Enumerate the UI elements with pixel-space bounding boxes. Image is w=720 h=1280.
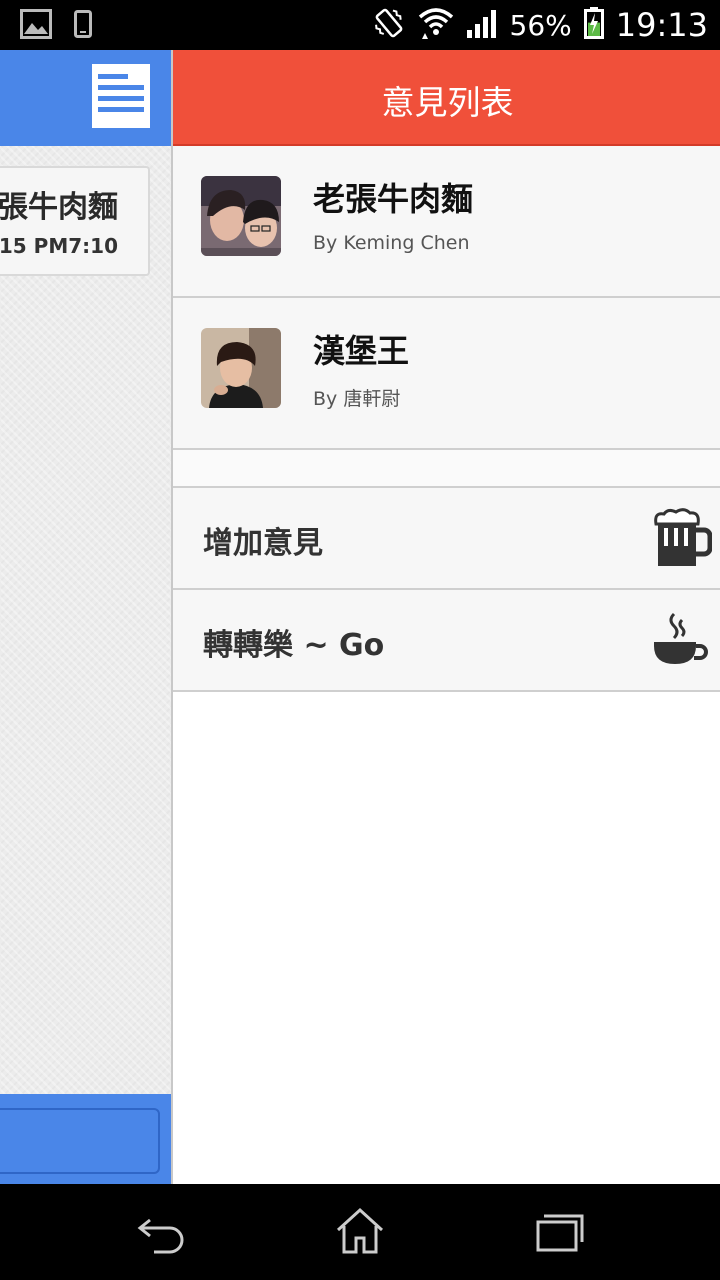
home-icon[interactable] bbox=[330, 1206, 390, 1258]
opinion-list-item[interactable]: 老張牛肉麵 By Keming Chen bbox=[173, 146, 720, 298]
opinion-card-title: 張牛肉麵 bbox=[0, 190, 118, 225]
opinion-title: 老張牛肉麵 bbox=[313, 180, 474, 218]
recents-icon[interactable] bbox=[530, 1206, 590, 1258]
drawer-header: 意見列表 bbox=[173, 50, 720, 146]
drawer-title: 意見列表 bbox=[381, 83, 514, 122]
opinion-author: By 唐軒尉 bbox=[313, 388, 401, 410]
battery-icon bbox=[583, 7, 604, 43]
add-opinion-button[interactable]: 增加意見 bbox=[173, 488, 720, 590]
beer-mug-icon bbox=[650, 508, 713, 570]
spin-go-button[interactable]: 轉轉樂 ~ Go bbox=[173, 590, 720, 692]
status-bar: 56% 19:13 bbox=[0, 0, 720, 50]
opinion-card[interactable]: 張牛肉麵 6-15 PM7:10 bbox=[0, 166, 150, 276]
list-menu-icon[interactable] bbox=[92, 64, 150, 128]
spin-go-label: 轉轉樂 ~ Go bbox=[203, 628, 385, 663]
coffee-cup-icon bbox=[650, 610, 712, 672]
wifi-icon bbox=[418, 7, 454, 43]
opinion-author: By Keming Chen bbox=[313, 232, 470, 254]
opinion-card-datetime: 6-15 PM7:10 bbox=[0, 234, 118, 258]
avatar bbox=[201, 176, 281, 256]
main-header bbox=[0, 50, 171, 146]
main-content-panel: 張牛肉麵 6-15 PM7:10 bbox=[0, 50, 171, 1184]
system-navigation-bar bbox=[0, 1184, 720, 1280]
bottom-bar bbox=[0, 1094, 171, 1184]
battery-percentage: 56% bbox=[509, 8, 572, 42]
navigation-drawer: 意見列表 老張牛肉麵 By Keming Chen 漢堡王 By 唐軒尉 增加意… bbox=[171, 50, 720, 1184]
opinion-title: 漢堡王 bbox=[313, 332, 410, 370]
avatar bbox=[201, 328, 281, 408]
signal-icon bbox=[466, 8, 498, 42]
device-notification-icon bbox=[74, 10, 92, 42]
vibrate-icon bbox=[372, 6, 406, 44]
bottom-action-button[interactable] bbox=[0, 1108, 160, 1174]
add-opinion-label: 增加意見 bbox=[203, 526, 323, 561]
section-divider bbox=[173, 450, 720, 488]
back-icon[interactable] bbox=[132, 1206, 192, 1258]
opinion-list-item[interactable]: 漢堡王 By 唐軒尉 bbox=[173, 298, 720, 450]
clock: 19:13 bbox=[615, 6, 708, 44]
gallery-notification-icon bbox=[20, 9, 52, 43]
